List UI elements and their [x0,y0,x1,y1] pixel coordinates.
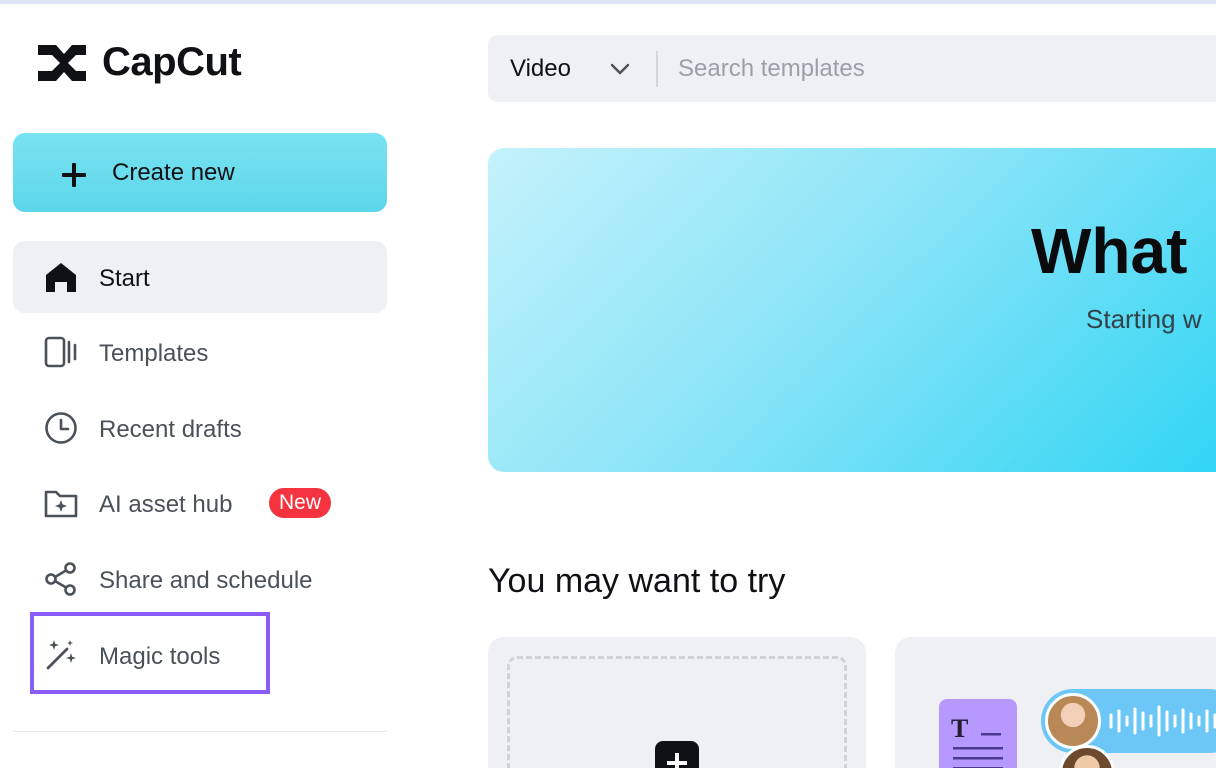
document-icon: T [939,699,1017,768]
plus-icon [667,753,687,768]
search-input[interactable] [678,51,1178,87]
asset-folder-icon [44,490,78,518]
sidebar-item-magic-tools[interactable]: Magic tools [13,619,387,691]
create-new-label: Create new [112,159,235,186]
svg-text:T: T [951,714,968,743]
sidebar-divider [13,731,387,732]
hero-banner: What Starting w [488,148,1216,472]
sidebar-item-label: Magic tools [99,643,221,670]
clock-icon [45,412,77,444]
hero-title: What [1031,215,1188,287]
sidebar-item-recent-drafts[interactable]: Recent drafts [13,392,387,464]
sidebar-item-templates[interactable]: Templates [13,316,387,388]
waveform-icon [1109,705,1216,737]
home-icon [46,263,76,292]
sidebar-item-label: Start [99,265,150,292]
new-project-card[interactable] [488,637,866,768]
app-name: CapCut [102,40,242,84]
sidebar-item-label: Recent drafts [99,416,242,443]
sidebar-item-start[interactable]: Start [13,241,387,313]
templates-icon [44,336,77,368]
sidebar-item-share-and-schedule[interactable]: Share and schedule [13,543,387,615]
template-search-bar: Video [488,35,1216,102]
voice-avatar [1045,693,1101,749]
chevron-down-icon[interactable] [608,57,632,81]
text-to-speech-card[interactable]: T [895,637,1216,768]
hero-subtitle: Starting w [1086,304,1202,334]
sidebar: CapCut Create new Start Templates Recent… [0,4,400,768]
add-project-button[interactable] [655,741,699,768]
magic-wand-icon [46,640,76,670]
search-divider [656,51,658,87]
share-icon [45,562,76,596]
search-type-dropdown[interactable]: Video [510,55,571,83]
plus-icon [62,163,86,187]
capcut-logo-icon [38,44,86,81]
new-badge: New [269,488,332,518]
section-title: You may want to try [488,562,786,600]
sidebar-item-label: AI asset hub [99,491,233,518]
sidebar-item-ai-asset-hub[interactable]: AI asset hub New [13,467,387,539]
capcut-logo[interactable]: CapCut [34,40,242,85]
sidebar-item-label: Templates [99,340,209,367]
text-doc-icon: T [951,714,1003,768]
create-new-button[interactable]: Create new [13,133,387,212]
voice-waveform-pill [1041,689,1216,753]
sidebar-item-label: Share and schedule [99,567,313,594]
